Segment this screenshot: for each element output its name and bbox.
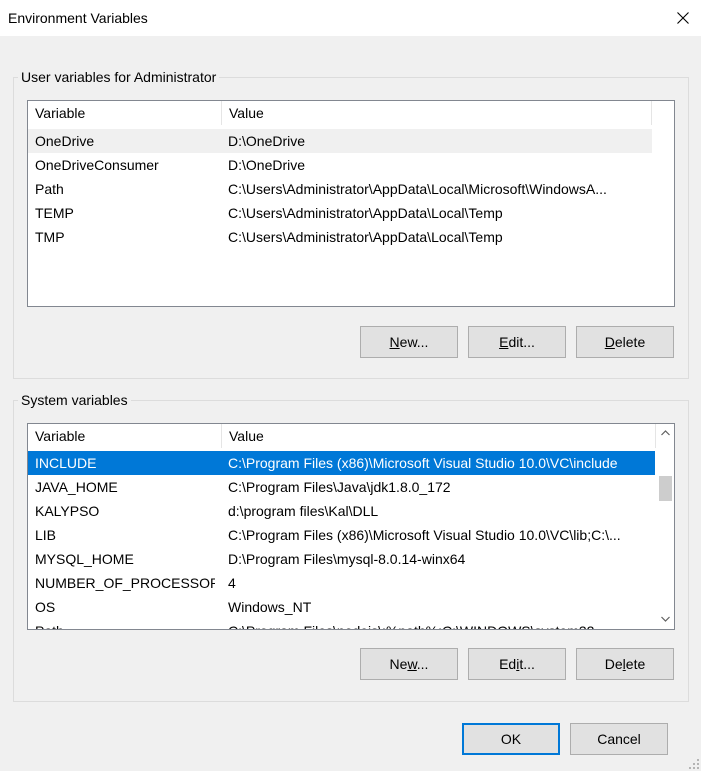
row-value: d:\program files\Kal\DLL [228, 503, 379, 519]
system-list-scrollbar[interactable] [657, 424, 674, 627]
row-variable: TMP [35, 229, 65, 245]
row-variable: JAVA_HOME [35, 479, 118, 495]
delete-label-rest: ete [625, 656, 646, 672]
row-value: C:\Program Files (x86)\Microsoft Visual … [228, 455, 618, 471]
edit-label-rest: t... [519, 656, 535, 672]
user-variables-list[interactable]: Variable Value OneDrive D:\OneDrive OneD… [27, 100, 675, 307]
row-variable: INCLUDE [35, 455, 97, 471]
system-list-header: Variable Value [28, 424, 656, 448]
row-value: D:\Program Files\mysql-8.0.14-winx64 [228, 551, 466, 567]
edit-label-rest: dit... [508, 334, 535, 350]
row-variable: OS [35, 599, 56, 615]
chevron-down-icon [661, 616, 670, 622]
row-value: C:\Program Files\nodejs\;%path%;C:\WINDO… [228, 619, 643, 629]
window-title: Environment Variables [8, 10, 148, 26]
delete-label-before: De [604, 656, 623, 672]
user-list-header: Variable Value [28, 101, 652, 125]
row-variable: MYSQL_HOME [35, 551, 134, 567]
user-row[interactable]: Path C:\Users\Administrator\AppData\Loca… [28, 177, 652, 201]
system-row[interactable]: LIB C:\Program Files (x86)\Microsoft Vis… [28, 523, 655, 547]
row-variable: Path [35, 181, 64, 197]
close-icon [677, 12, 689, 24]
new-label-rest: ... [416, 656, 429, 672]
column-header-variable[interactable]: Variable [28, 424, 222, 448]
system-row[interactable]: INCLUDE C:\Program Files (x86)\Microsoft… [28, 451, 655, 475]
user-row[interactable]: TMP C:\Users\Administrator\AppData\Local… [28, 225, 652, 249]
scroll-up-button[interactable] [657, 424, 674, 441]
user-row[interactable]: TEMP C:\Users\Administrator\AppData\Loca… [28, 201, 652, 225]
system-delete-button[interactable]: Delete [576, 648, 674, 680]
system-variables-label: System variables [18, 392, 131, 408]
row-value: C:\Program Files\Java\jdk1.8.0_172 [228, 479, 451, 495]
mnemonic-w: w [407, 656, 417, 672]
resize-grip-icon[interactable] [688, 758, 700, 770]
delete-label-rest: elete [614, 334, 646, 350]
column-header-value[interactable]: Value [222, 101, 652, 125]
chevron-up-icon [661, 429, 670, 435]
row-value: C:\Program Files (x86)\Microsoft Visual … [228, 527, 621, 543]
row-variable: Path [35, 619, 215, 629]
system-row[interactable]: Path C:\Program Files\nodejs\;%path%;C:\… [28, 619, 655, 629]
ok-button[interactable]: OK [462, 723, 560, 755]
system-new-button[interactable]: New... [360, 648, 458, 680]
row-value: D:\OneDrive [228, 133, 306, 149]
row-variable: TEMP [35, 205, 74, 221]
system-row[interactable]: NUMBER_OF_PROCESSORS 4 [28, 571, 655, 595]
system-edit-button[interactable]: Edit... [468, 648, 566, 680]
row-variable: LIB [35, 527, 57, 543]
user-row[interactable]: OneDriveConsumer D:\OneDrive [28, 153, 652, 177]
new-label-rest: ew... [399, 334, 429, 350]
user-delete-button[interactable]: Delete [576, 326, 674, 358]
user-edit-button[interactable]: Edit... [468, 326, 566, 358]
edit-label-before: Ed [499, 656, 517, 672]
new-label-before: Ne [389, 656, 408, 672]
row-value: D:\OneDrive [228, 157, 306, 173]
scroll-down-button[interactable] [657, 610, 674, 627]
column-header-value[interactable]: Value [222, 424, 656, 448]
column-header-variable[interactable]: Variable [28, 101, 222, 125]
row-value: C:\Users\Administrator\AppData\Local\Tem… [228, 229, 503, 245]
row-value: C:\Users\Administrator\AppData\Local\Mic… [228, 181, 607, 197]
user-variables-label: User variables for Administrator [18, 69, 220, 85]
cancel-button[interactable]: Cancel [570, 723, 668, 755]
row-value: Windows_NT [228, 599, 312, 615]
mnemonic-d: D [604, 334, 615, 350]
system-row[interactable]: MYSQL_HOME D:\Program Files\mysql-8.0.14… [28, 547, 655, 571]
row-variable: KALYPSO [35, 503, 100, 519]
user-new-button[interactable]: New... [360, 326, 458, 358]
row-value: C:\Users\Administrator\AppData\Local\Tem… [228, 205, 503, 221]
scroll-thumb[interactable] [659, 476, 672, 501]
user-row[interactable]: OneDrive D:\OneDrive [28, 129, 652, 153]
title-bar: Environment Variables [0, 0, 701, 36]
row-variable: OneDriveConsumer [35, 157, 159, 173]
row-value: 4 [228, 575, 236, 591]
system-row[interactable]: KALYPSO d:\program files\Kal\DLL [28, 499, 655, 523]
row-variable: NUMBER_OF_PROCESSORS [35, 575, 215, 591]
system-row[interactable]: OS Windows_NT [28, 595, 655, 619]
system-variables-list[interactable]: Variable Value INCLUDE C:\Program Files … [27, 423, 675, 630]
mnemonic-n: N [389, 334, 400, 350]
close-button[interactable] [665, 0, 701, 36]
row-variable: OneDrive [35, 133, 95, 149]
system-row[interactable]: JAVA_HOME C:\Program Files\Java\jdk1.8.0… [28, 475, 655, 499]
